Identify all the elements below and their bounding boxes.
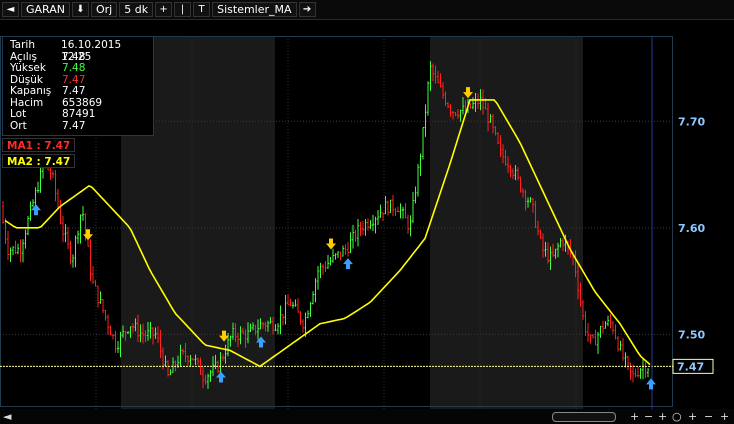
price-tick-label: 7.50 — [678, 328, 705, 341]
zoom-in-icon[interactable]: + — [688, 409, 697, 424]
reset-zoom-icon[interactable]: ○ — [672, 409, 682, 424]
zoom-in-icon[interactable]: + — [720, 409, 729, 424]
download-arrow-icon[interactable]: ⬇ — [72, 2, 89, 17]
text-tool-icon[interactable]: T — [193, 2, 211, 17]
orj-button[interactable]: Orj — [91, 2, 118, 17]
info-label-avg: Ort — [10, 119, 27, 132]
symbol-button[interactable]: GARAN — [21, 2, 70, 17]
scroll-left-icon[interactable]: ◄ — [3, 409, 11, 424]
info-label-lot: Lot — [10, 108, 27, 120]
info-value-close: 7.47 — [62, 85, 86, 97]
plus-icon[interactable]: + — [155, 2, 173, 17]
info-value-avg: 7.47 — [62, 119, 86, 132]
last-price-label: 7.47 — [677, 360, 704, 373]
price-tick-label: 7.70 — [678, 115, 705, 128]
session-band — [430, 36, 583, 409]
strategy-button[interactable]: Sistemler_MA — [212, 2, 297, 17]
info-label-date: Tarih — [10, 39, 35, 51]
scroll-thumb[interactable] — [552, 412, 616, 422]
info-label-high: Yüksek — [10, 62, 46, 74]
back-arrow-icon[interactable]: ◄ — [2, 2, 19, 17]
info-value-date: 16.10.2015 12:25 — [61, 39, 122, 63]
toolbar: ◄ GARAN ⬇ Orj 5 dk + | T Sistemler_MA ➔ — [0, 0, 734, 20]
info-value-high: 7.48 — [62, 62, 86, 74]
ma1-label: MA1 : 7.47 — [2, 138, 76, 152]
bottom-scroll-bar: ◄ + − + ○ + − + — [0, 409, 734, 424]
zoom-in-icon[interactable]: + — [630, 409, 639, 424]
bar-info-panel: Tarih 16.10.2015 12:25 Açılış 7.48 Yüksek 7… — [2, 36, 154, 136]
zoom-in-icon[interactable]: + — [658, 409, 667, 424]
period-button[interactable]: 5 dk — [119, 2, 154, 17]
zoom-out-icon[interactable]: − — [644, 409, 653, 424]
forward-arrow-icon[interactable]: ➔ — [298, 2, 316, 17]
info-value-lot: 87491 — [62, 108, 96, 120]
info-label-close: Kapanış — [10, 85, 52, 97]
ma2-label: MA2 : 7.47 — [2, 154, 76, 168]
bar-icon[interactable]: | — [174, 2, 192, 17]
price-tick-label: 7.60 — [678, 222, 705, 235]
zoom-out-icon[interactable]: − — [704, 409, 713, 424]
